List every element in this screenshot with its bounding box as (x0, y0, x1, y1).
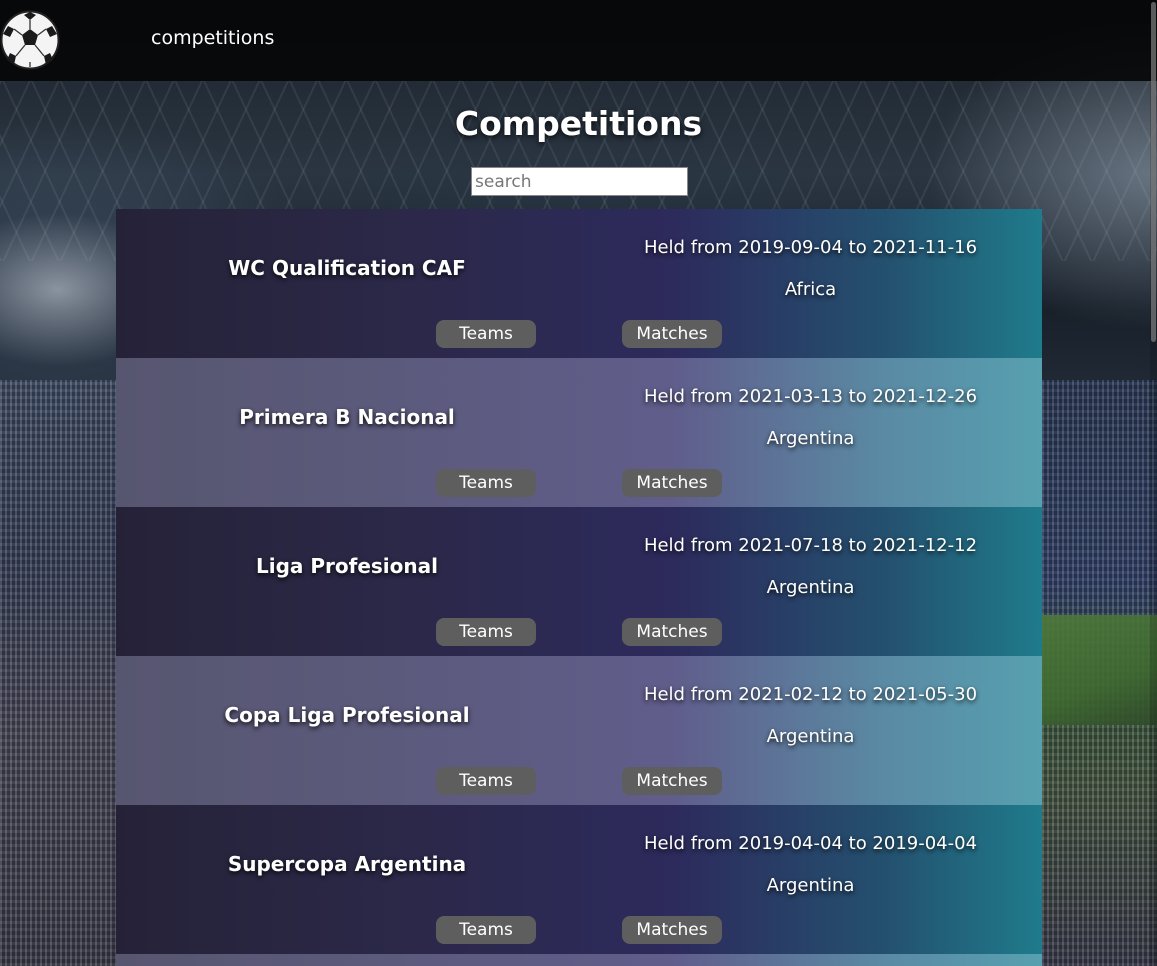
teams-button[interactable]: Teams (436, 320, 536, 348)
matches-button[interactable]: Matches (622, 469, 722, 497)
nav-link-competitions[interactable]: competitions (151, 27, 274, 49)
competition-card: Liga Profesional Held from 2021-07-18 to… (116, 507, 1042, 656)
competition-region: Africa (784, 279, 837, 300)
competition-card: WC Qualification CAF Held from 2019-09-0… (116, 209, 1042, 358)
matches-button[interactable]: Matches (622, 767, 722, 795)
matches-button[interactable]: Matches (622, 916, 722, 944)
competition-dates: Held from 2019-04-04 to 2019-04-04 (643, 833, 978, 854)
competition-card: Copa Liga Profesional Held from 2021-02-… (116, 656, 1042, 805)
competition-region: Argentina (766, 577, 855, 598)
competition-name: Supercopa Argentina (227, 852, 467, 876)
competition-dates: Held from 2021-02-12 to 2021-05-30 (643, 684, 978, 705)
competition-card: Supercopa Argentina Held from 2019-04-04… (116, 805, 1042, 954)
soccer-ball-logo-icon[interactable] (0, 10, 60, 70)
matches-button[interactable]: Matches (622, 320, 722, 348)
teams-button[interactable]: Teams (436, 469, 536, 497)
competition-region: Argentina (766, 726, 855, 747)
competition-dates: Held from 2021-07-18 to 2021-12-12 (643, 535, 978, 556)
competition-dates: Held from 2021-03-13 to 2021-12-26 (643, 386, 978, 407)
competition-region: Argentina (766, 875, 855, 896)
page-title: Competitions (454, 104, 703, 143)
teams-button[interactable]: Teams (436, 916, 536, 944)
top-navbar: competitions (0, 0, 1157, 81)
stadium-pitch-background (1042, 615, 1157, 725)
competition-region: Argentina (766, 428, 855, 449)
competition-name: WC Qualification CAF (228, 256, 466, 280)
search-input[interactable] (471, 167, 688, 196)
competition-name: Copa Liga Profesional (224, 703, 470, 727)
page-scrollbar[interactable] (1150, 0, 1157, 966)
competition-card-partial (116, 954, 1042, 966)
teams-button[interactable]: Teams (436, 767, 536, 795)
matches-button[interactable]: Matches (622, 618, 722, 646)
competition-name: Liga Profesional (256, 554, 438, 578)
scrollbar-thumb[interactable] (1151, 2, 1156, 342)
competition-name: Primera B Nacional (239, 405, 455, 429)
teams-button[interactable]: Teams (436, 618, 536, 646)
competition-card: Primera B Nacional Held from 2021-03-13 … (116, 358, 1042, 507)
competition-list: WC Qualification CAF Held from 2019-09-0… (116, 209, 1042, 966)
competition-dates: Held from 2019-09-04 to 2021-11-16 (643, 237, 978, 258)
stadium-crowd-left-background (0, 380, 116, 966)
